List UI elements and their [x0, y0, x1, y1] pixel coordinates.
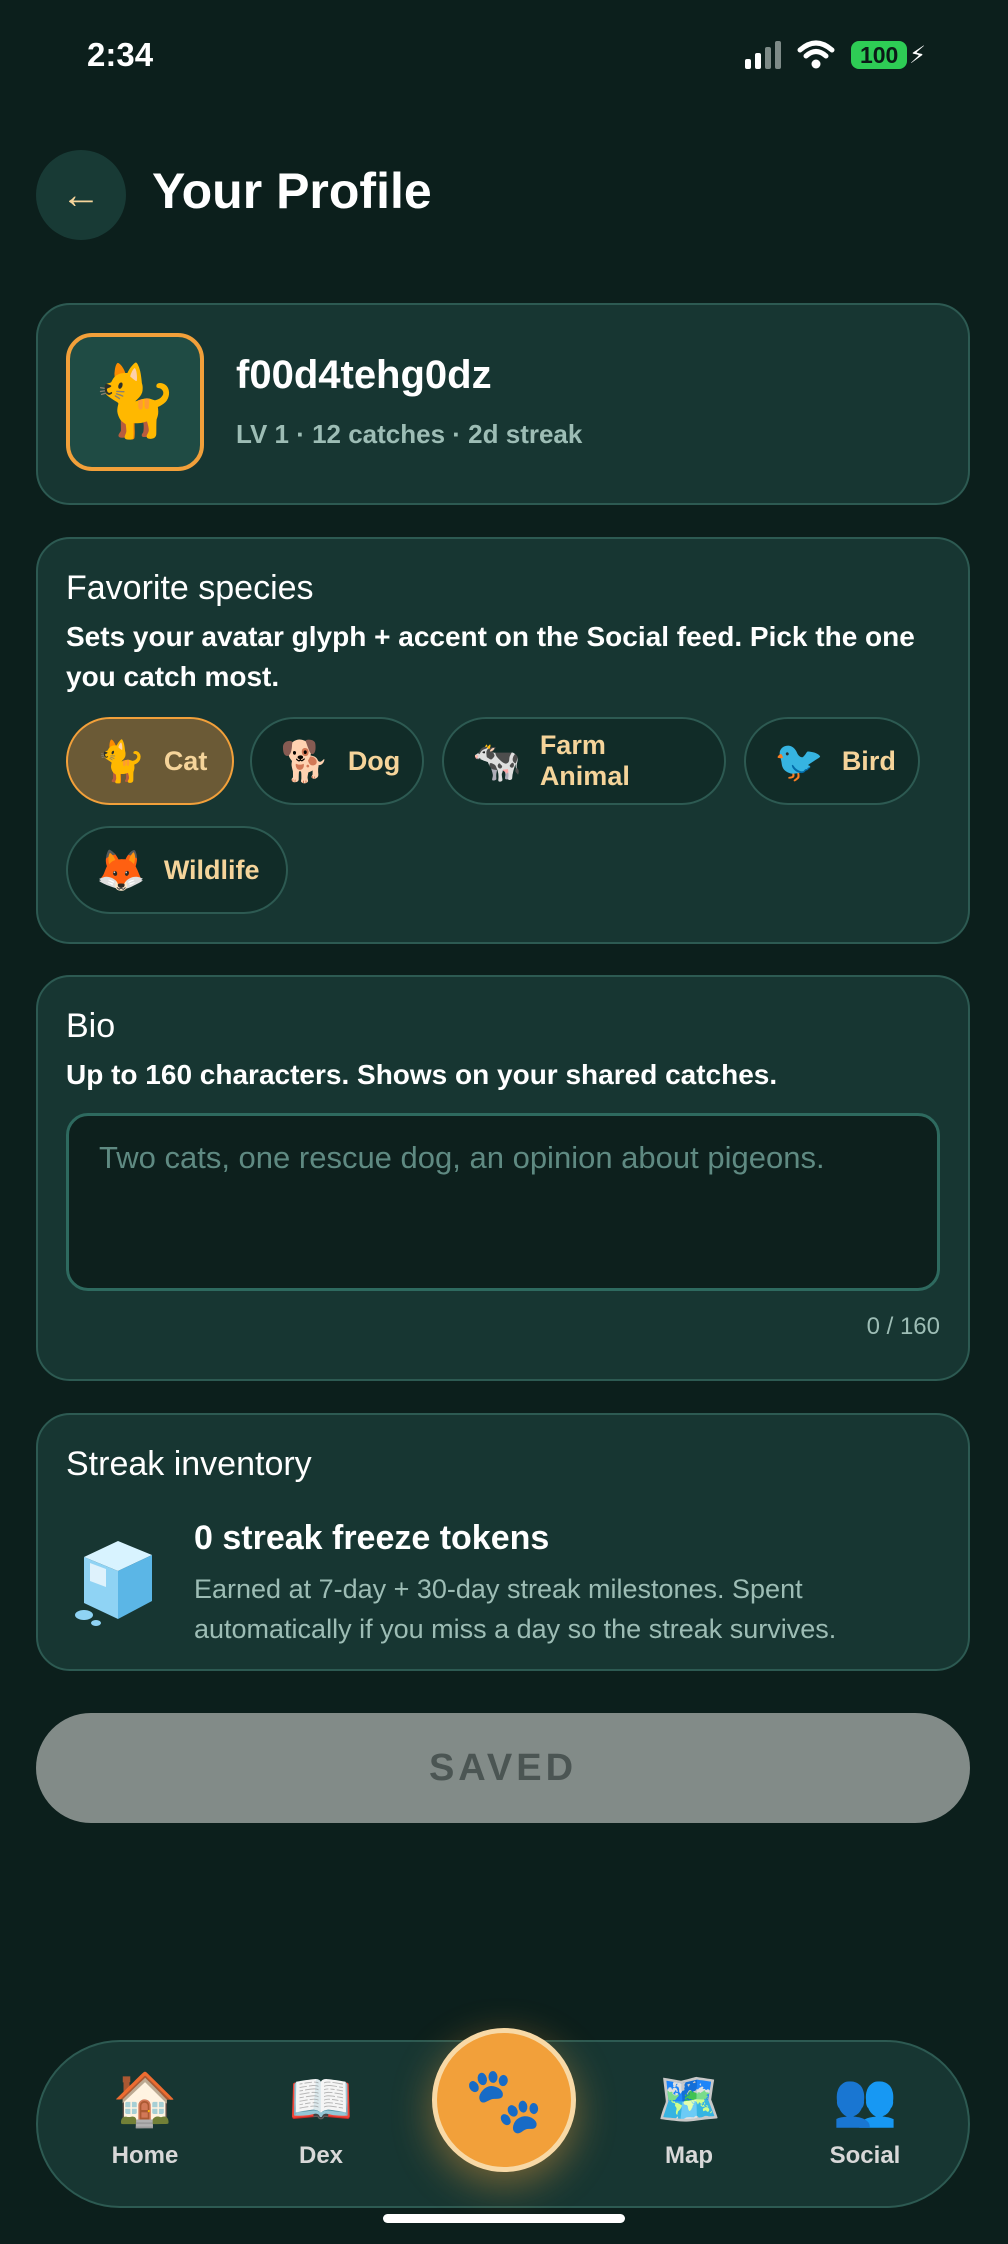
species-chip-wildlife[interactable]: 🦊 Wildlife: [66, 826, 288, 914]
nav-item-dex[interactable]: 📖 Dex: [246, 2070, 396, 2170]
favorite-species-card: Favorite species Sets your avatar glyph …: [36, 537, 970, 944]
username: f00d4tehg0dz: [236, 353, 492, 397]
cat-icon: 🐈: [96, 739, 146, 784]
nav-item-home[interactable]: 🏠 Home: [70, 2070, 220, 2170]
nav-label: Social: [829, 2142, 901, 2169]
paw-icon: 🐾: [464, 2063, 544, 2136]
species-chip-cat[interactable]: 🐈 Cat: [66, 717, 234, 805]
wifi-icon: [797, 40, 835, 69]
fox-icon: 🦊: [96, 848, 146, 893]
avatar: 🐈: [66, 333, 204, 471]
user-stats: LV 1 · 12 catches · 2d streak: [236, 419, 583, 449]
book-icon: 📖: [288, 2071, 354, 2129]
ice-cube-icon: [75, 1541, 152, 1626]
map-icon: 🗺️: [656, 2071, 722, 2129]
back-arrow-icon: ←: [61, 172, 101, 217]
chip-label: Dog: [347, 745, 401, 776]
section-title: Streak inventory: [66, 1445, 312, 1483]
battery-icon: 100: [851, 41, 908, 69]
nav-label: Dex: [298, 2142, 344, 2169]
status-time: 2:34: [87, 36, 154, 73]
profile-card: 🐈 f00d4tehg0dz LV 1 · 12 catches · 2d st…: [36, 303, 970, 505]
section-subtitle: Sets your avatar glyph + accent on the S…: [66, 621, 915, 692]
chip-label: Wildlife: [163, 854, 260, 885]
home-indicator: [383, 2214, 625, 2223]
dog-icon: 🐕: [280, 739, 330, 784]
bird-icon: 🐦: [774, 739, 824, 784]
freeze-tokens-description: Earned at 7-day + 30-day streak mileston…: [194, 1574, 837, 1644]
cow-icon: 🐄: [472, 739, 522, 784]
species-chip-farm-animal[interactable]: 🐄 Farm Animal: [442, 717, 726, 805]
species-chip-dog[interactable]: 🐕 Dog: [250, 717, 424, 805]
chip-label: Farm Animal: [539, 730, 630, 791]
character-counter: 0 / 160: [866, 1313, 940, 1340]
status-icons: 100 ⚡: [745, 38, 926, 72]
home-icon: 🏠: [112, 2071, 178, 2129]
nav-item-social[interactable]: 👥 Social: [790, 2070, 940, 2170]
chip-label: Bird: [841, 745, 896, 776]
species-chip-bird[interactable]: 🐦 Bird: [744, 717, 920, 805]
bio-placeholder: Two cats, one rescue dog, an opinion abo…: [99, 1140, 825, 1175]
section-title: Favorite species: [66, 569, 314, 607]
save-button[interactable]: SAVED: [36, 1713, 970, 1823]
cellular-signal-icon: [745, 41, 782, 69]
people-icon: 👥: [832, 2071, 898, 2129]
nav-item-map[interactable]: 🗺️ Map: [614, 2070, 764, 2170]
page-title: Your Profile: [152, 163, 432, 219]
charging-icon: ⚡: [909, 41, 926, 69]
section-title: Bio: [66, 1007, 116, 1045]
cat-icon: 🐈: [91, 362, 179, 440]
section-subtitle: Up to 160 characters. Shows on your shar…: [66, 1059, 778, 1090]
bio-card: Bio Up to 160 characters. Shows on your …: [36, 975, 970, 1381]
freeze-tokens-count: 0 streak freeze tokens: [194, 1519, 550, 1557]
nav-label: Map: [665, 2142, 713, 2169]
catch-button[interactable]: 🐾: [432, 2028, 576, 2172]
battery-level: 100: [859, 41, 899, 68]
streak-inventory-card: Streak inventory 0 streak freeze tokens …: [36, 1413, 970, 1671]
bio-textarea[interactable]: Two cats, one rescue dog, an opinion abo…: [66, 1113, 940, 1291]
chip-label: Cat: [163, 745, 208, 776]
back-button[interactable]: ←: [36, 150, 126, 240]
nav-label: Home: [111, 2142, 179, 2169]
